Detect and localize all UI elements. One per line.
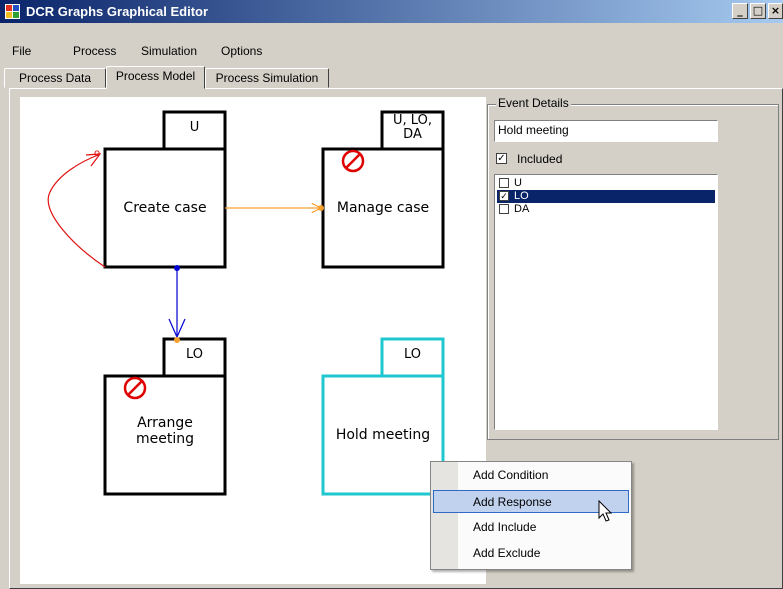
menu-item-label: Add Condition [473, 468, 549, 482]
event-label-arrange-meeting: Arrange meeting [135, 415, 194, 447]
role-item-label: U [514, 177, 522, 189]
event-name-field[interactable]: Hold meeting [494, 120, 718, 142]
graph-svg: o [47, 110, 445, 496]
window-title: DCR Graphs Graphical Editor [26, 4, 209, 19]
event-label-manage-case: Manage case [336, 200, 430, 216]
close-button[interactable]: × [768, 3, 783, 19]
menu-options[interactable]: Options [221, 44, 262, 58]
role-label-manage-case: U, LO, DA [393, 113, 432, 142]
event-hold-meeting[interactable] [321, 337, 445, 496]
relation-condition-create-arrange[interactable] [168, 265, 186, 343]
menu-simulation[interactable]: Simulation [141, 44, 197, 58]
menu-process[interactable]: Process [73, 44, 116, 58]
menu-item-add-exclude[interactable]: Add Exclude [433, 542, 629, 565]
menu-item-label: Add Response [473, 495, 552, 509]
event-create-case[interactable] [103, 110, 227, 269]
role-item-lo[interactable]: ✓ LO [497, 190, 715, 203]
role-label-hold-meeting: LO [403, 347, 421, 362]
included-checkbox[interactable]: ✓ [496, 153, 507, 164]
role-item-label: DA [514, 203, 530, 215]
role-checkbox-u[interactable] [499, 178, 509, 188]
role-item-label: LO [514, 190, 529, 202]
minimize-button[interactable]: _ [732, 3, 748, 19]
maximize-button[interactable]: □ [750, 3, 766, 19]
relation-include-create-manage[interactable] [225, 205, 324, 211]
relation-response-self[interactable]: o [47, 148, 106, 268]
event-label-hold-meeting: Hold meeting [335, 427, 431, 443]
role-item-u[interactable]: U [497, 177, 715, 190]
tab-process-model[interactable]: Process Model [106, 66, 205, 89]
event-label-create-case: Create case [123, 200, 207, 216]
event-details-legend: Event Details [496, 96, 571, 110]
role-checkbox-lo[interactable]: ✓ [499, 191, 509, 201]
menu-bar [0, 23, 783, 43]
graph-canvas[interactable]: o U U, LO, DA LO LO Create case Manage c… [20, 97, 486, 584]
tab-process-data[interactable]: Process Data [4, 68, 106, 88]
menu-item-label: Add Include [473, 520, 537, 534]
included-label: Included [517, 152, 563, 166]
menu-item-label: Add Exclude [473, 546, 541, 560]
role-label-arrange-meeting: LO [185, 347, 203, 362]
menu-file[interactable]: File [12, 44, 31, 58]
title-bar: DCR Graphs Graphical Editor _ □ × [0, 0, 783, 23]
role-item-da[interactable]: DA [497, 203, 715, 216]
tab-process-simulation[interactable]: Process Simulation [205, 68, 329, 88]
role-checkbox-da[interactable] [499, 204, 509, 214]
app-icon [5, 4, 20, 19]
svg-text:o: o [94, 148, 100, 159]
role-label-create-case: U [189, 120, 200, 135]
roles-list[interactable]: U ✓ LO DA [494, 174, 718, 430]
mouse-cursor-icon [598, 500, 613, 522]
menu-item-add-condition[interactable]: Add Condition [433, 464, 629, 487]
